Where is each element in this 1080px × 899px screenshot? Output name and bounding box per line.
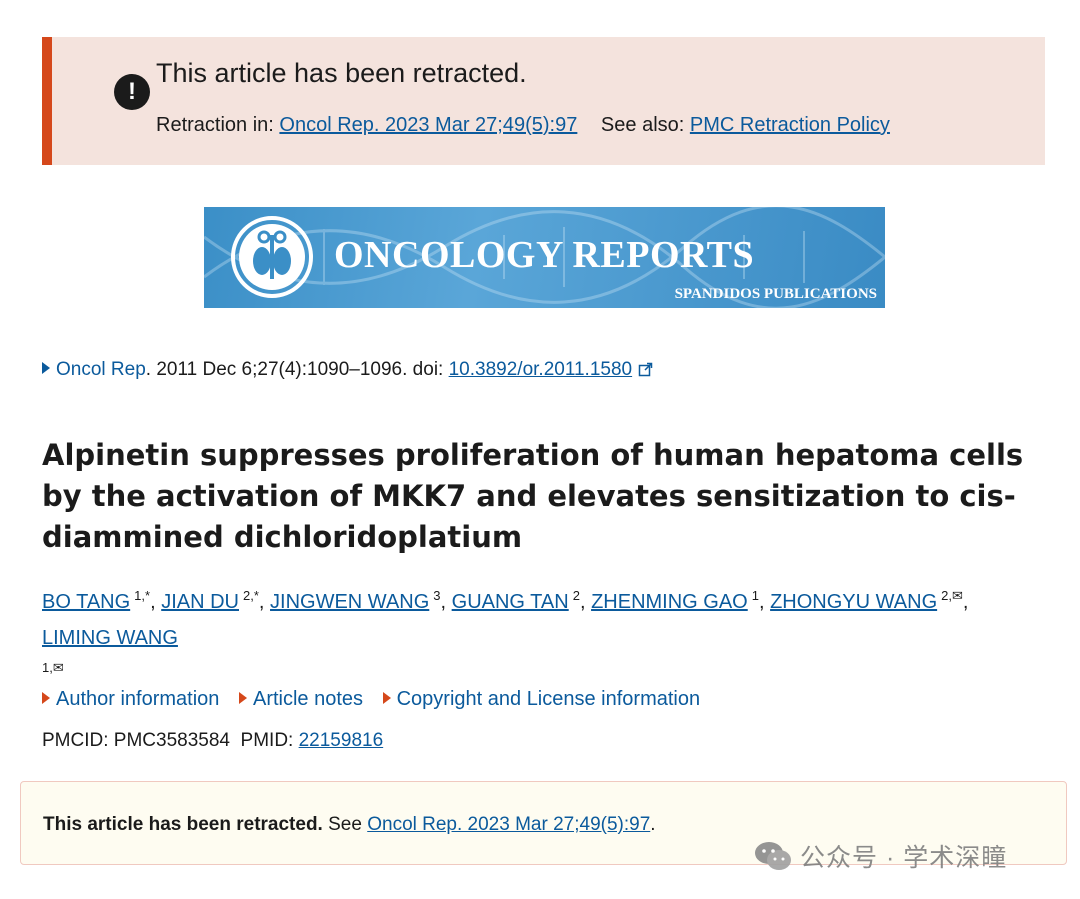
expand-triangle-icon [42,692,50,704]
author-affiliation: 1 [751,588,759,603]
exclamation-icon: ! [114,74,150,110]
author-affiliation: 2,* [243,588,259,603]
author-link[interactable]: JIAN DU [161,591,239,613]
expand-triangle-icon [238,692,247,704]
journal-logo-publisher: SPANDIDOS PUBLICATIONS [674,286,877,302]
retraction-notice-link[interactable]: Oncol Rep. 2023 Mar 27;49(5):97 [367,814,650,835]
author-affiliation: 2,✉ [941,588,963,603]
citation-line: Oncol Rep. 2011 Dec 6;27(4):1090–1096. d… [42,359,653,381]
author-link[interactable]: ZHONGYU WANG [770,591,937,613]
journal-logo-title: ONCOLOGY REPORTS [334,234,755,276]
retraction-notice-link[interactable]: Oncol Rep. 2023 Mar 27;49(5):97 [279,114,577,136]
pmid-link[interactable]: 22159816 [299,730,384,751]
retraction-banner-title: This article has been retracted. [156,58,527,88]
retraction-banner: ! This article has been retracted. Retra… [42,37,1045,165]
retraction-notice-end: . [650,814,656,835]
pmcid-label: PMCID: [42,730,109,751]
copyright-toggle[interactable]: Copyright and License information [382,688,701,710]
author-affiliation: 1,✉ [42,660,64,675]
wechat-icon [755,842,791,870]
retraction-in-label: Retraction in: [156,114,274,136]
author-affiliation: 1,* [134,588,151,603]
article-notes-label: Article notes [252,688,364,710]
retraction-notice-see: See [328,814,362,835]
expand-triangle-icon [382,692,391,704]
doi-link[interactable]: 10.3892/or.2011.1580 [449,359,633,380]
journal-logo-banner[interactable]: ONCOLOGY REPORTS SPANDIDOS PUBLICATIONS [204,207,885,308]
author-link[interactable]: ZHENMING GAO [591,591,748,613]
retraction-banner-details: Retraction in: Oncol Rep. 2023 Mar 27;49… [156,114,890,137]
pmcid-value: PMC3583584 [113,730,230,751]
article-notes-toggle[interactable]: Article notes [238,688,364,710]
article-title: Alpinetin suppresses proliferation of hu… [42,438,1024,554]
pmid-label: PMID: [240,730,294,751]
retraction-notice-bold: This article has been retracted. [43,814,323,835]
watermark: 公众号 · 学术深瞳 [754,836,1007,876]
retraction-notice-text: This article has been retracted. See Onc… [43,814,656,836]
expand-triangle-icon [42,362,50,374]
author-list: BO TANG 1,*, JIAN DU 2,*, JINGWEN WANG 3, G… [42,588,969,675]
see-also-label: See also: [600,114,685,136]
article-info-expanders: Author information Article notes Copyrig… [42,688,714,711]
author-information-label: Author information [56,688,220,710]
external-link-icon[interactable] [638,362,653,377]
author-affiliation: 2 [572,588,580,603]
copyright-label: Copyright and License information [396,688,701,710]
author-link[interactable]: GUANG TAN [452,591,569,613]
author-link[interactable]: BO TANG [42,591,130,613]
article-ids: PMCID: PMC3583584 PMID: 22159816 [42,730,383,752]
author-information-toggle[interactable]: Author information [42,688,219,710]
author-link[interactable]: JINGWEN WANG [270,591,429,613]
retraction-policy-link[interactable]: PMC Retraction Policy [690,114,890,136]
journal-seal-icon [231,216,313,298]
journal-link[interactable]: Oncol Rep [56,359,146,380]
citation-details: 2011 Dec 6;27(4):1090–1096. doi: [156,359,444,380]
author-affiliation: 3 [433,588,441,603]
watermark-text: 公众号 · 学术深瞳 [800,844,1008,872]
author-link[interactable]: LIMING WANG [42,627,178,649]
